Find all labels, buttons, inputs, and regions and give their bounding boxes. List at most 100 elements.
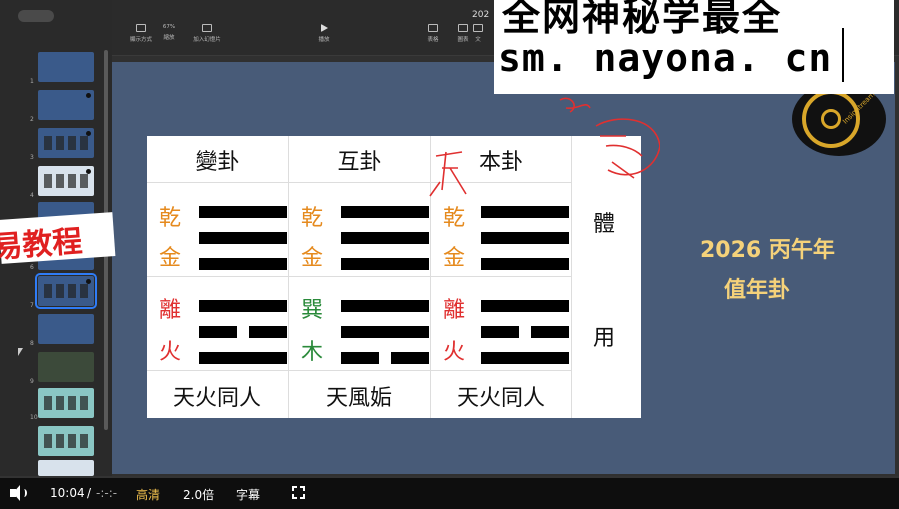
document-title: 202 <box>472 10 490 20</box>
trigram-upper-element: 金 <box>158 246 181 271</box>
fullscreen-corner <box>292 494 297 499</box>
header-bian-gua: 變卦 <box>195 150 240 175</box>
yang-line <box>481 352 569 364</box>
slide-thumb-10[interactable] <box>38 388 94 418</box>
yin-line <box>481 326 569 338</box>
panel-toggle[interactable] <box>18 10 54 22</box>
slide-thumb-1[interactable] <box>38 52 94 82</box>
trigram-lower-name: 離 <box>442 298 465 323</box>
yang-line <box>341 300 429 312</box>
chart-icon <box>458 24 468 32</box>
trigram-upper-name: 乾 <box>300 206 323 231</box>
slide-thumb-2[interactable] <box>38 90 94 120</box>
yang-line <box>341 206 429 218</box>
slide-marker-icon <box>86 279 91 284</box>
fullscreen-corner <box>300 494 305 499</box>
slide-thumb-8[interactable] <box>38 314 94 344</box>
add-slide-button[interactable]: 加入幻燈片 <box>184 24 230 50</box>
hexagram-name: 天火同人 <box>456 386 545 411</box>
grid-line <box>288 136 289 418</box>
slide-number: 3 <box>30 154 34 161</box>
slide-marker-icon <box>86 169 91 174</box>
view-icon <box>136 24 146 32</box>
yang-line <box>199 352 287 364</box>
hexagram-name: 天火同人 <box>172 386 261 411</box>
text-button[interactable]: 文 <box>468 24 488 50</box>
thumb-content <box>44 136 88 150</box>
yin-line <box>199 326 287 338</box>
watermark-line2: sm. nayona. cn <box>498 36 833 80</box>
fullscreen-corner <box>300 486 305 491</box>
yang-line <box>199 258 287 270</box>
slide-marker-icon <box>86 93 91 98</box>
ink-stroke <box>429 151 467 197</box>
thumb-content <box>44 284 88 298</box>
slide-number: 6 <box>30 264 34 271</box>
yin-line <box>341 352 429 364</box>
volume-button[interactable] <box>10 485 27 501</box>
role-yong: 用 <box>593 326 616 351</box>
slide-thumb-3[interactable] <box>38 128 94 158</box>
year-title: 2026 丙午年 <box>700 238 835 263</box>
duration: -:-:- <box>96 486 118 500</box>
thumb-content <box>44 174 88 188</box>
slide-thumb-12[interactable] <box>38 460 94 476</box>
yang-line <box>199 206 287 218</box>
trigram-upper-name: 乾 <box>158 206 181 231</box>
text-icon <box>473 24 483 32</box>
thumb-content <box>44 434 88 448</box>
sound-wave <box>21 489 27 497</box>
quality-button[interactable]: 高清 <box>136 486 160 503</box>
slide-number: 8 <box>30 340 34 347</box>
yang-line <box>199 232 287 244</box>
yang-line <box>341 232 429 244</box>
ink-stroke <box>595 118 660 179</box>
yang-line <box>481 232 569 244</box>
mouse-cursor-icon <box>18 348 23 356</box>
speaker-cone <box>13 485 20 501</box>
slide-number: 9 <box>30 378 34 385</box>
current-time: 10:04 <box>50 486 85 500</box>
slide-thumb-9[interactable] <box>38 352 94 382</box>
fullscreen-icon <box>292 486 297 491</box>
tutorial-badge: 易教程 <box>0 212 116 266</box>
table-icon <box>428 24 438 32</box>
trigram-lower-element: 火 <box>158 340 181 365</box>
yang-line <box>341 258 429 270</box>
slide-number: 1 <box>30 78 34 85</box>
trigram-lower-element: 木 <box>300 340 323 365</box>
yang-line <box>481 206 569 218</box>
fullscreen-button[interactable] <box>292 486 305 499</box>
video-controls: 10:04 / -:-:- 高清 2.0倍 字幕 <box>0 476 899 509</box>
app-window: 1 2 3 4 6 7 8 9 10 202 顯示方式 67% 縮放 加入幻燈片… <box>0 0 899 509</box>
watermark-box: 全网神秘学最全 sm. nayona. cn <box>494 0 894 94</box>
grid-line <box>147 276 571 277</box>
play-icon <box>320 24 328 32</box>
progress-bar[interactable] <box>0 476 899 478</box>
slide-number: 4 <box>30 192 34 199</box>
add-slide-icon <box>202 24 212 32</box>
slide-number: 2 <box>30 116 34 123</box>
badge-text: 易教程 <box>0 224 84 266</box>
tool-label: 播放 <box>318 37 330 43</box>
speed-button[interactable]: 2.0倍 <box>183 486 214 503</box>
trigram-upper-element: 金 <box>300 246 323 271</box>
play-button[interactable]: 播放 <box>301 24 347 50</box>
slide-thumb-4[interactable] <box>38 166 94 196</box>
yang-line <box>199 300 287 312</box>
slide-number: 7 <box>30 302 34 309</box>
hexagram-name: 天風姤 <box>325 386 392 411</box>
slide-thumb-7[interactable] <box>35 273 97 309</box>
tool-label: 加入幻燈片 <box>193 37 221 43</box>
header-hu-gua: 互卦 <box>337 150 382 175</box>
slide-thumb-11[interactable] <box>38 426 94 456</box>
yang-line <box>341 326 429 338</box>
text-caret <box>842 28 844 82</box>
role-ti: 體 <box>593 212 616 237</box>
year-subtitle: 值年卦 <box>724 278 791 303</box>
sun-icon <box>821 109 841 129</box>
ink-stroke <box>559 97 591 113</box>
trigram-lower-name: 離 <box>158 298 181 323</box>
time-separator: / <box>87 486 92 500</box>
subtitle-button[interactable]: 字幕 <box>236 486 260 503</box>
